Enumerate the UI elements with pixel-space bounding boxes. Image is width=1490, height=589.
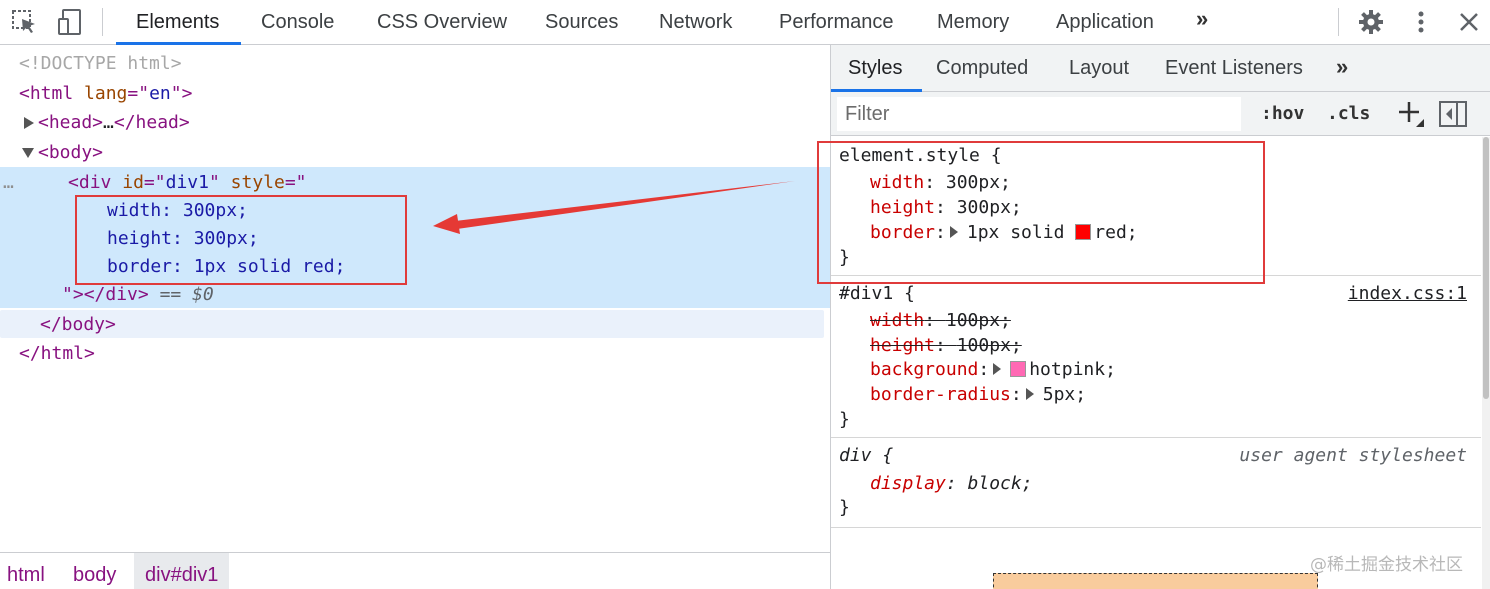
styles-filter-bar: :hov .cls: [831, 92, 1490, 136]
style-property-overridden[interactable]: width: 100px;: [870, 308, 1011, 333]
new-rule-plus-icon[interactable]: [1397, 100, 1425, 133]
style-property[interactable]: display: block;: [870, 471, 1033, 496]
rule-selector[interactable]: #div1 {: [839, 281, 915, 306]
rule-close-brace: }: [839, 409, 850, 430]
style-property-overridden[interactable]: height: 100px;: [870, 333, 1022, 358]
expand-shorthand-icon[interactable]: [993, 363, 1002, 375]
breadcrumb-div1[interactable]: div#div1: [134, 553, 230, 589]
more-subtabs-chevron-icon[interactable]: »: [1336, 54, 1348, 80]
breadcrumb: html body div#div1: [0, 552, 830, 589]
color-swatch-hotpink[interactable]: [1010, 361, 1027, 377]
class-toggle[interactable]: .cls: [1327, 100, 1370, 128]
rule-source-user-agent: user agent stylesheet: [1239, 445, 1467, 466]
style-property[interactable]: background: hotpink;: [870, 357, 1116, 382]
expand-shorthand-icon[interactable]: [1025, 388, 1034, 400]
style-property[interactable]: border-radius: 5px;: [870, 382, 1086, 407]
sidebar-tabs: Styles Computed Layout Event Listeners »: [830, 45, 1490, 92]
rule-divider: [831, 437, 1481, 438]
rule-close-brace: }: [839, 497, 850, 518]
tab-event-listeners[interactable]: Event Listeners: [1165, 45, 1303, 91]
rule-divider: [831, 527, 1481, 528]
rule-source-link[interactable]: index.css:1: [1348, 281, 1467, 306]
rule-selector[interactable]: div {: [839, 443, 893, 468]
styles-scrollbar-thumb[interactable]: [1483, 137, 1489, 399]
hover-state-toggle[interactable]: :hov: [1261, 100, 1304, 128]
toggle-sidebar-icon[interactable]: [1439, 101, 1467, 132]
styles-sidebar: Styles Computed Layout Event Listeners »…: [830, 45, 1490, 589]
watermark-text: @稀土掘金技术社区: [1310, 555, 1463, 575]
breadcrumb-body[interactable]: body: [66, 553, 123, 589]
filter-input[interactable]: [837, 97, 1241, 131]
annotation-box-element-style: [817, 141, 1265, 284]
tab-styles[interactable]: Styles: [830, 45, 924, 92]
tab-computed[interactable]: Computed: [936, 45, 1028, 91]
tab-layout[interactable]: Layout: [1069, 45, 1129, 91]
box-model-margin: [993, 573, 1318, 589]
breadcrumb-html[interactable]: html: [0, 553, 52, 589]
